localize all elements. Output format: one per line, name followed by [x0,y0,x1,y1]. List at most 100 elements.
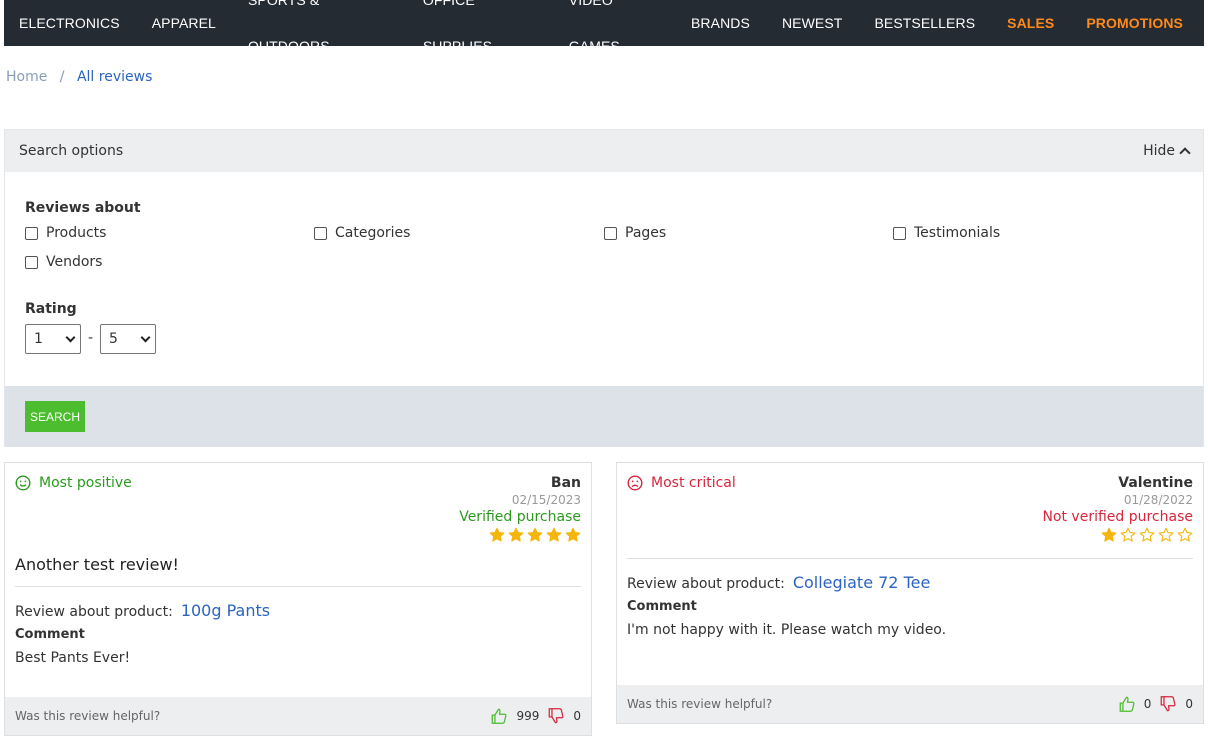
review-kind: Most critical [627,475,736,491]
review-kind: Most positive [15,475,132,491]
dislikes-count: 0 [1185,697,1193,711]
hide-toggle[interactable]: Hide [1143,143,1191,159]
divider [627,558,1193,559]
star-filled-icon [527,527,543,542]
search-button[interactable]: SEARCH [25,401,85,432]
review-footer: Was this review helpful? 0 0 [617,685,1203,723]
checkbox-label: Categories [335,225,411,241]
top-navigation: ELECTRONICS APPAREL SPORTS & OUTDOORS OF… [4,0,1204,54]
checkbox-products[interactable]: Products [25,225,106,241]
product-link[interactable]: 100g Pants [181,601,270,620]
review-about: Review about product: Collegiate 72 Tee [627,573,930,592]
star-filled-icon [565,527,581,542]
checkbox-box[interactable] [893,226,906,240]
product-link[interactable]: Collegiate 72 Tee [793,573,931,592]
smile-icon [15,475,31,491]
search-options-panel: Search options Hide Reviews about Produc… [4,129,1204,447]
review-footer: Was this review helpful? 999 0 [5,697,591,735]
frown-icon [627,475,643,491]
chevron-up-icon [1179,147,1191,159]
nav-bestsellers[interactable]: BESTSELLERS [863,0,986,46]
star-filled-icon [1101,527,1117,542]
review-kind-label: Most critical [651,475,736,491]
chevron-down-icon [140,332,151,342]
star-filled-icon [546,527,562,542]
review-card-most-positive: Most positive Ban 02/15/2023 Verified pu… [4,462,592,736]
checkbox-box[interactable] [314,226,327,240]
review-about-label: Review about product: [15,604,173,620]
vote-controls: 999 0 [490,707,581,725]
checkbox-categories[interactable]: Categories [314,225,410,241]
checkbox-box[interactable] [25,255,38,269]
likes-count: 0 [1143,697,1152,711]
vote-controls: 0 0 [1118,695,1193,713]
nav-sports-outdoors[interactable]: SPORTS & OUTDOORS [237,0,402,69]
checkbox-vendors[interactable]: Vendors [25,254,102,270]
breadcrumb-separator: / [59,69,65,85]
star-empty-icon [1120,527,1136,542]
checkbox-label: Products [46,225,107,241]
checkbox-label: Pages [625,225,667,241]
likes-count: 999 [516,709,540,723]
helpful-question: Was this review helpful? [15,709,161,723]
comment-text: Best Pants Ever! [15,650,131,666]
search-options-header: Search options Hide [5,130,1203,172]
rating-to-select[interactable]: 5 [100,324,156,354]
checkbox-label: Vendors [46,254,103,270]
rating-to-value: 5 [109,331,118,347]
rating-label: Rating [25,301,77,317]
review-meta: Ban 02/15/2023 Verified purchase [459,475,581,543]
dislikes-count: 0 [573,709,581,723]
thumbs-down-icon[interactable] [547,707,565,725]
review-date: 01/28/2022 [1123,493,1193,507]
reviews-about-label: Reviews about [25,200,141,216]
review-author: Valentine [1118,475,1193,491]
breadcrumb: Home / All reviews [6,69,152,85]
nav-sales[interactable]: SALES [996,0,1065,46]
rating-separator: - [88,330,94,346]
star-filled-icon [489,527,505,542]
nav-brands[interactable]: BRANDS [680,0,761,46]
comment-text: I'm not happy with it. Please watch my v… [627,622,947,638]
thumbs-up-icon[interactable] [1118,695,1136,713]
nav-electronics[interactable]: ELECTRONICS [8,0,131,46]
thumbs-down-icon[interactable] [1159,695,1177,713]
comment-label: Comment [15,627,85,642]
review-card-most-critical: Most critical Valentine 01/28/2022 Not v… [616,462,1204,724]
nav-apparel[interactable]: APPAREL [141,0,227,46]
nav-newest[interactable]: NEWEST [771,0,854,46]
rating-from-select[interactable]: 1 [25,324,81,354]
review-author: Ban [550,475,581,491]
search-options-title: Search options [19,143,124,159]
breadcrumb-current: All reviews [76,69,153,85]
hide-label: Hide [1143,143,1175,159]
star-empty-icon [1177,527,1193,542]
review-title: Another test review! [15,555,179,574]
nav-video-games[interactable]: VIDEO GAMES [558,0,670,69]
divider [15,586,581,587]
search-options-body: Reviews about Products Categories Pages … [5,172,1203,386]
checkbox-pages[interactable]: Pages [604,225,666,241]
review-about-label: Review about product: [627,576,785,592]
review-date: 02/15/2023 [511,493,581,507]
checkbox-box[interactable] [25,226,38,240]
purchase-status: Not verified purchase [1042,509,1193,525]
star-rating [459,527,581,543]
rating-from-value: 1 [34,331,43,347]
nav-office-supplies[interactable]: OFFICE SUPPLIES [412,0,548,69]
thumbs-up-icon[interactable] [490,707,508,725]
review-about: Review about product: 100g Pants [15,601,270,620]
star-rating [1042,527,1193,543]
comment-label: Comment [627,599,697,614]
review-kind-label: Most positive [39,475,132,491]
checkbox-testimonials[interactable]: Testimonials [893,225,1000,241]
star-filled-icon [508,527,524,542]
helpful-question: Was this review helpful? [627,697,773,711]
checkbox-box[interactable] [604,226,617,240]
purchase-status: Verified purchase [459,509,581,525]
checkbox-label: Testimonials [914,225,1001,241]
nav-promotions[interactable]: PROMOTIONS [1075,0,1194,46]
breadcrumb-home[interactable]: Home [6,69,47,85]
star-empty-icon [1158,527,1174,542]
review-meta: Valentine 01/28/2022 Not verified purcha… [1042,475,1193,543]
